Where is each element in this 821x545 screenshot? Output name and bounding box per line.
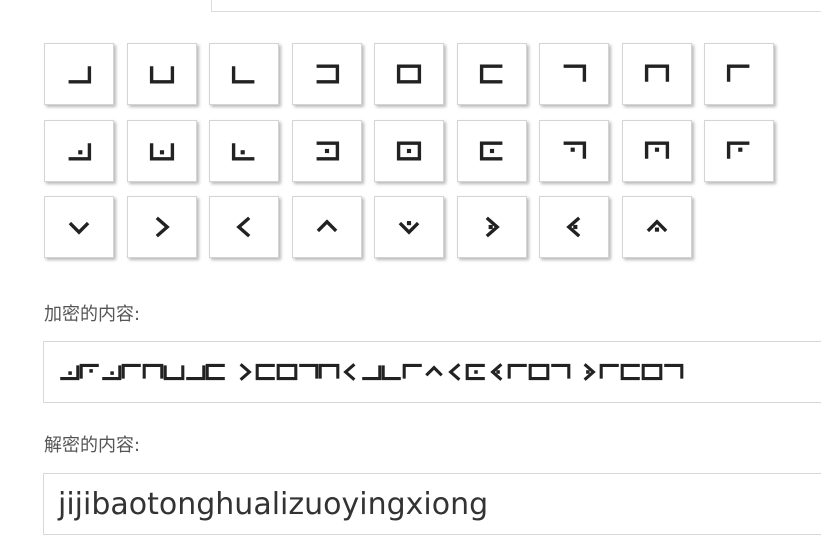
pigpen-6-icon — [479, 64, 502, 84]
cipher-key-23[interactable] — [374, 196, 444, 258]
cipher-glyph-icon — [381, 365, 401, 381]
cipher-glyph-icon — [343, 363, 356, 381]
cipher-glyph-icon — [121, 363, 141, 379]
pigpen-9-icon — [726, 64, 750, 82]
cipher-key-19[interactable] — [44, 196, 114, 258]
pigpen-dot-6-icon — [479, 141, 502, 160]
cipher-glyph-icon — [599, 363, 619, 379]
cipher-key-13[interactable] — [291, 119, 362, 182]
cipher-glyph-icon — [425, 365, 443, 377]
cipher-key-8[interactable] — [621, 43, 692, 105]
cipher-glyph-icon — [620, 363, 640, 381]
cipher-key-21[interactable] — [209, 196, 279, 258]
pigpen-v-right-icon — [155, 216, 170, 238]
cipher-key-9[interactable] — [704, 43, 774, 105]
cipher-key-6[interactable] — [456, 43, 527, 105]
cipher-glyph-icon — [276, 363, 298, 381]
cipher-glyph-icon — [641, 363, 663, 381]
cipher-glyph-icon — [142, 363, 164, 379]
cipher-glyph-icon — [465, 363, 485, 381]
tab-strip — [212, 0, 821, 12]
cipher-key-5[interactable] — [374, 43, 444, 105]
top-tab-bar — [44, 0, 821, 12]
pigpen-v-left-icon — [236, 216, 251, 238]
pigpen-dot-2-icon — [149, 142, 174, 160]
cipher-key-4[interactable] — [291, 43, 362, 105]
pigpen-3-icon — [231, 66, 255, 84]
cipher-glyph-icon — [102, 365, 122, 381]
cipher-glyph-icon — [448, 363, 461, 381]
cipher-glyph-icon — [583, 363, 596, 381]
pigpen-v-left-dot-icon — [566, 216, 581, 238]
pigpen-dot-1-icon — [68, 142, 92, 160]
pigpen-dot-5-icon — [396, 141, 422, 160]
pigpen-7-icon — [563, 64, 587, 82]
cipher-key-7[interactable] — [539, 43, 609, 105]
tab-active[interactable] — [44, 0, 212, 12]
cipher-glyph-icon — [490, 363, 503, 381]
cipher-glyph-icon — [299, 363, 319, 379]
cipher-key-15[interactable] — [456, 119, 527, 182]
encrypted-field[interactable] — [43, 341, 821, 403]
cipher-key-12[interactable] — [209, 119, 279, 182]
cipher-key-26[interactable] — [621, 196, 692, 258]
cipher-key-16[interactable] — [539, 119, 609, 182]
pigpen-v-up-dot-icon — [646, 219, 667, 233]
decrypted-content: jijibaotonghualizuoyingxiong — [58, 486, 489, 522]
cipher-glyph-icon — [318, 363, 340, 379]
pigpen-dot-9-icon — [726, 141, 750, 159]
pigpen-dot-7-icon — [563, 141, 587, 159]
cipher-key-20[interactable] — [126, 196, 197, 258]
cipher-glyph-icon — [402, 363, 422, 379]
cipher-glyph-icon — [205, 363, 225, 381]
cipher-glyph-icon — [79, 363, 99, 379]
cipher-key-10[interactable] — [44, 119, 114, 182]
cipher-glyph-icon — [362, 365, 382, 381]
cipher-glyph-icon — [163, 365, 185, 381]
pigpen-2-icon — [149, 66, 174, 84]
cipher-key-2[interactable] — [126, 43, 197, 105]
cipher-key-11[interactable] — [126, 119, 197, 182]
encrypted-label: 加密的内容: — [44, 304, 141, 325]
cipher-key-14[interactable] — [374, 119, 444, 182]
cipher-glyph-icon — [186, 365, 206, 381]
cipher-key-3[interactable] — [209, 43, 279, 105]
pigpen-dot-3-icon — [231, 142, 255, 160]
cipher-glyph-icon — [255, 363, 275, 381]
cipher-key-1[interactable] — [44, 43, 114, 105]
pigpen-5-icon — [396, 64, 422, 84]
decrypted-field[interactable]: jijibaotonghualizuoyingxiong — [43, 473, 821, 535]
pigpen-4-icon — [316, 64, 339, 84]
cipher-glyph-icon — [528, 363, 550, 381]
cipher-key-24[interactable] — [456, 196, 527, 258]
cipher-glyph-icon — [239, 363, 252, 381]
pigpen-8-icon — [644, 64, 669, 82]
pigpen-v-right-dot-icon — [485, 216, 500, 238]
cipher-key-22[interactable] — [291, 196, 362, 258]
cipher-key-25[interactable] — [539, 196, 609, 258]
cipher-glyph-icon — [507, 363, 527, 379]
cipher-glyph-icon — [551, 363, 571, 379]
cipher-glyph-icon — [664, 363, 684, 379]
pigpen-1-icon — [68, 66, 92, 84]
cipher-glyph-icon — [60, 365, 80, 381]
decrypted-label: 解密的内容: — [44, 435, 141, 456]
pigpen-v-up-icon — [316, 219, 337, 233]
pigpen-v-down-dot-icon — [398, 221, 420, 235]
pigpen-v-down-icon — [68, 221, 90, 235]
encrypted-content — [58, 342, 684, 402]
pigpen-dot-4-icon — [316, 141, 339, 160]
pigpen-dot-8-icon — [644, 141, 669, 159]
cipher-key-17[interactable] — [621, 119, 692, 182]
cipher-key-18[interactable] — [704, 119, 774, 182]
